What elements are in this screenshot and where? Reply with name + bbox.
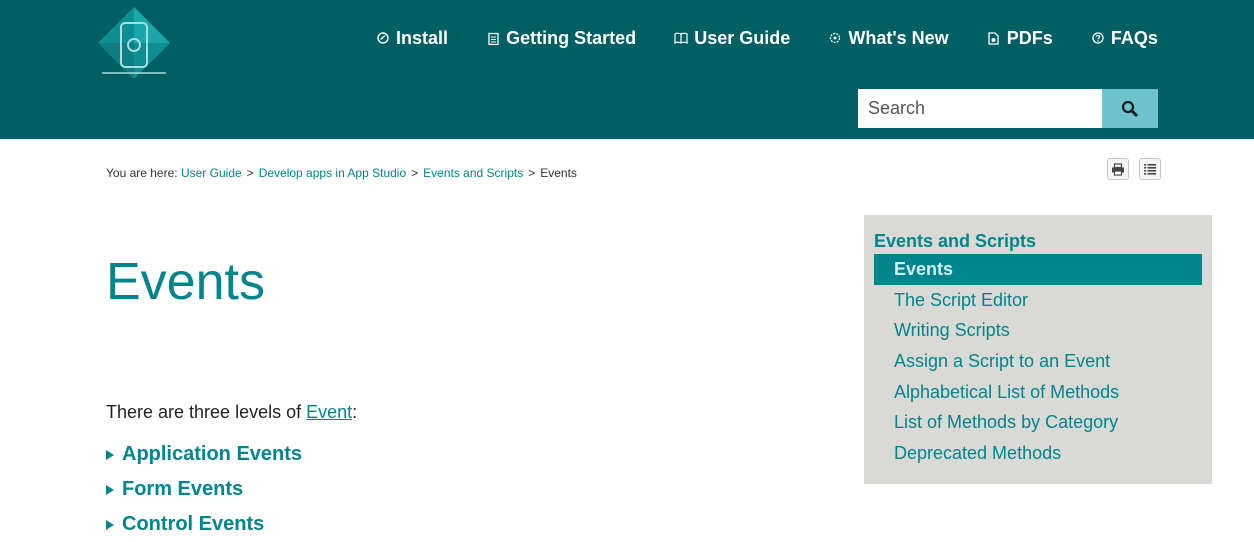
- nav-whats-new-label: What's New: [848, 27, 949, 48]
- install-icon: [376, 32, 390, 44]
- sidebar-item-writing-scripts[interactable]: Writing Scripts: [874, 315, 1202, 346]
- breadcrumb-separator: >: [528, 166, 536, 180]
- sidebar-item-script-editor[interactable]: The Script Editor: [874, 285, 1202, 316]
- whats-new-icon: [828, 32, 842, 44]
- breadcrumb: You are here: User Guide > Develop apps in…: [106, 166, 577, 180]
- expand-control-events[interactable]: Control Events: [106, 507, 302, 542]
- sidebar-item-methods-by-category[interactable]: List of Methods by Category: [874, 407, 1202, 438]
- getting-started-icon: [486, 32, 500, 45]
- sidebar-item-deprecated-methods[interactable]: Deprecated Methods: [874, 438, 1202, 469]
- nav-faqs[interactable]: FAQs: [1091, 24, 1158, 52]
- intro-text: There are three levels of: [106, 402, 307, 422]
- page-title: Events: [106, 253, 265, 311]
- nav-pdfs-label: PDFs: [1006, 27, 1053, 48]
- sidebar-item-assign-script[interactable]: Assign a Script to an Event: [874, 346, 1202, 377]
- nav-install[interactable]: Install: [376, 24, 448, 52]
- nav-install-label: Install: [396, 27, 449, 48]
- expand-triangle-icon: [106, 484, 114, 495]
- search-button[interactable]: [1102, 89, 1158, 128]
- expand-triangle-icon: [106, 449, 114, 460]
- expand-label: Form Events: [122, 478, 244, 500]
- intro-suffix: :: [352, 402, 358, 422]
- search-icon: [1121, 100, 1139, 117]
- nav-getting-started[interactable]: Getting Started: [486, 24, 636, 52]
- breadcrumb-link-events-scripts[interactable]: Events and Scripts: [423, 166, 523, 180]
- breadcrumb-current: Events: [540, 166, 577, 180]
- intro-paragraph: There are three levels of Event:: [106, 402, 357, 423]
- site-header: Install Getting Started User Guide What'…: [0, 0, 1254, 139]
- expand-application-events[interactable]: Application Events: [106, 437, 302, 472]
- nav-pdfs[interactable]: PDFs: [987, 24, 1053, 52]
- list-icon: [1144, 164, 1156, 175]
- book-icon: [674, 32, 688, 44]
- breadcrumb-separator: >: [411, 166, 419, 180]
- search-input[interactable]: [858, 89, 1102, 128]
- event-levels-list: Application Events Form Events Control E…: [106, 437, 302, 542]
- nav-whats-new[interactable]: What's New: [828, 24, 949, 52]
- logo-icon: [98, 7, 170, 79]
- pdf-icon: [987, 31, 1001, 45]
- sidebar-item-events[interactable]: Events: [874, 254, 1202, 285]
- search-bar: [858, 89, 1158, 128]
- nav-user-guide-label: User Guide: [694, 27, 791, 48]
- expand-triangle-icon: [106, 519, 114, 530]
- breadcrumb-link-user-guide[interactable]: User Guide: [181, 166, 242, 180]
- nav-user-guide[interactable]: User Guide: [674, 24, 790, 52]
- toc-button[interactable]: [1139, 158, 1161, 180]
- expand-label: Application Events: [122, 443, 303, 465]
- app-logo[interactable]: [96, 5, 172, 81]
- main-nav: Install Getting Started User Guide What'…: [376, 24, 1158, 52]
- sidebar-title[interactable]: Events and Scripts: [874, 229, 1202, 254]
- breadcrumb-prefix: You are here:: [106, 166, 178, 180]
- breadcrumb-link-develop-apps[interactable]: Develop apps in App Studio: [259, 166, 406, 180]
- sidebar-toc: Events and Scripts Events The Script Edi…: [864, 215, 1212, 484]
- print-button[interactable]: [1107, 158, 1129, 180]
- breadcrumb-separator: >: [246, 166, 254, 180]
- print-icon: [1112, 162, 1124, 176]
- expand-form-events[interactable]: Form Events: [106, 472, 302, 507]
- event-glossary-link[interactable]: Event: [306, 402, 352, 422]
- nav-getting-started-label: Getting Started: [506, 27, 637, 48]
- expand-label: Control Events: [122, 513, 265, 535]
- sidebar-item-alphabetical-methods[interactable]: Alphabetical List of Methods: [874, 377, 1202, 408]
- faq-icon: [1091, 32, 1105, 44]
- nav-faqs-label: FAQs: [1110, 27, 1158, 48]
